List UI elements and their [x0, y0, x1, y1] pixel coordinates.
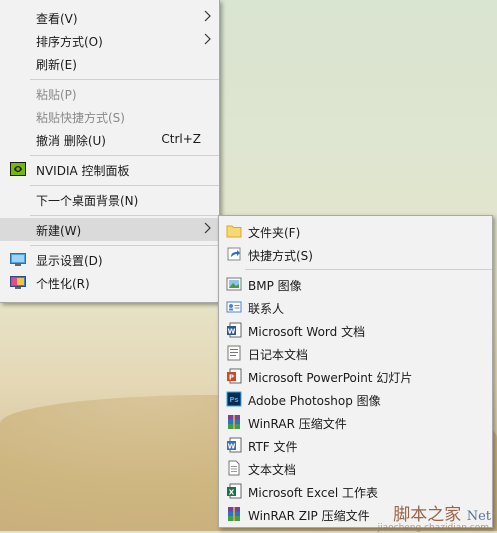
menu-item-label: 撤消 删除(U): [36, 134, 106, 148]
menu-item-label: 排序方式(O): [36, 35, 103, 49]
submenu-item-label: Microsoft PowerPoint 幻灯片: [248, 371, 413, 385]
submenu-item-label: 文件夹(F): [248, 226, 301, 240]
bmp-image-icon: [226, 277, 242, 291]
shortcut-icon: [227, 247, 241, 261]
submenu-item-contact[interactable]: 联系人: [219, 296, 492, 319]
submenu-item-label: BMP 图像: [248, 279, 302, 293]
menu-separator: [30, 245, 219, 246]
svg-text:P: P: [229, 374, 234, 382]
submenu-item-shortcut[interactable]: 快捷方式(S): [219, 243, 492, 266]
submenu-item-label: Microsoft Excel 工作表: [248, 486, 379, 500]
photoshop-icon: Ps: [226, 391, 242, 407]
menu-item-sort-by[interactable]: 排序方式(O): [0, 29, 219, 52]
menu-separator: [245, 269, 492, 270]
display-settings-icon: [10, 253, 26, 266]
submenu-item-rtf-document[interactable]: W RTF 文件: [219, 434, 492, 457]
menu-separator: [30, 215, 219, 216]
submenu-item-label: RTF 文件: [248, 440, 298, 454]
submenu-item-label: 快捷方式(S): [248, 249, 313, 263]
menu-item-next-desktop-background[interactable]: 下一个桌面背景(N): [0, 188, 219, 211]
submenu-item-photoshop[interactable]: Ps Adobe Photoshop 图像: [219, 388, 492, 411]
rtf-document-icon: W: [227, 437, 242, 453]
nvidia-icon: [10, 162, 26, 176]
menu-item-label: 显示设置(D): [36, 254, 103, 268]
winrar-zip-icon: [228, 507, 240, 521]
menu-item-label: 下一个桌面背景(N): [36, 194, 139, 208]
menu-item-personalize[interactable]: 个性化(R): [0, 271, 219, 294]
powerpoint-icon: P: [227, 368, 242, 384]
submenu-item-label: WinRAR 压缩文件: [248, 417, 347, 431]
menu-separator: [30, 185, 219, 186]
text-document-icon: [228, 460, 240, 476]
journal-document-icon: [227, 345, 241, 361]
watermark-net: Net: [466, 509, 491, 524]
submenu-item-label: 文本文档: [248, 463, 297, 477]
svg-text:Ps: Ps: [229, 396, 238, 404]
menu-item-view[interactable]: 查看(V): [0, 6, 219, 29]
watermark-text: 脚本之家: [393, 505, 462, 525]
contact-icon: [226, 301, 242, 313]
menu-separator: [30, 155, 219, 156]
svg-text:X: X: [229, 489, 235, 497]
menu-item-label: 粘贴快捷方式(S): [36, 111, 125, 125]
menu-item-label: 刷新(E): [36, 58, 77, 72]
menu-item-undo-delete[interactable]: 撤消 删除(U) Ctrl+Z: [0, 128, 219, 151]
submenu-item-powerpoint[interactable]: P Microsoft PowerPoint 幻灯片: [219, 365, 492, 388]
winrar-icon: [228, 415, 240, 429]
menu-item-label: 新建(W): [36, 224, 82, 238]
svg-text:W: W: [228, 328, 236, 336]
excel-icon: X: [227, 483, 242, 499]
menu-item-paste-shortcut[interactable]: 粘贴快捷方式(S): [0, 105, 219, 128]
submenu-item-text-document[interactable]: 文本文档: [219, 457, 492, 480]
chevron-right-icon: [204, 10, 211, 22]
menu-item-label: 查看(V): [36, 12, 78, 26]
folder-icon: [226, 225, 242, 238]
menu-item-label: 个性化(R): [36, 277, 90, 291]
svg-text:W: W: [228, 443, 236, 451]
menu-item-shortcut: Ctrl+Z: [161, 132, 201, 146]
watermark-url: jiaocheng.chazidian.com: [377, 523, 489, 533]
menu-item-label: 粘贴(P): [36, 88, 77, 102]
submenu-item-winrar[interactable]: WinRAR 压缩文件: [219, 411, 492, 434]
desktop-context-menu: 查看(V) 排序方式(O) 刷新(E) 粘贴(P) 粘贴快捷方式(S) 撤消 删…: [0, 0, 220, 303]
menu-item-display-settings[interactable]: 显示设置(D): [0, 248, 219, 271]
watermark-logo: 脚本之家 Net: [393, 500, 491, 525]
submenu-item-label: Adobe Photoshop 图像: [248, 394, 381, 408]
submenu-item-word-document[interactable]: W Microsoft Word 文档: [219, 319, 492, 342]
menu-item-refresh[interactable]: 刷新(E): [0, 52, 219, 75]
menu-item-label: NVIDIA 控制面板: [36, 164, 130, 178]
submenu-item-bmp-image[interactable]: BMP 图像: [219, 273, 492, 296]
submenu-item-journal-document[interactable]: 日记本文档: [219, 342, 492, 365]
submenu-item-label: 日记本文档: [248, 348, 309, 362]
submenu-item-folder[interactable]: 文件夹(F): [219, 220, 492, 243]
menu-separator: [30, 79, 219, 80]
menu-item-nvidia-control-panel[interactable]: NVIDIA 控制面板: [0, 158, 219, 181]
submenu-item-label: Microsoft Word 文档: [248, 325, 366, 339]
personalize-icon: [10, 276, 26, 289]
chevron-right-icon: [204, 222, 211, 234]
word-document-icon: W: [227, 322, 242, 338]
menu-item-new[interactable]: 新建(W): [0, 218, 219, 241]
submenu-item-label: 联系人: [248, 302, 285, 316]
submenu-item-label: WinRAR ZIP 压缩文件: [248, 509, 370, 523]
new-submenu: 文件夹(F) 快捷方式(S) BMP 图像 联系人 W Microsoft Wo…: [218, 215, 493, 528]
menu-item-paste[interactable]: 粘贴(P): [0, 82, 219, 105]
chevron-right-icon: [204, 33, 211, 45]
